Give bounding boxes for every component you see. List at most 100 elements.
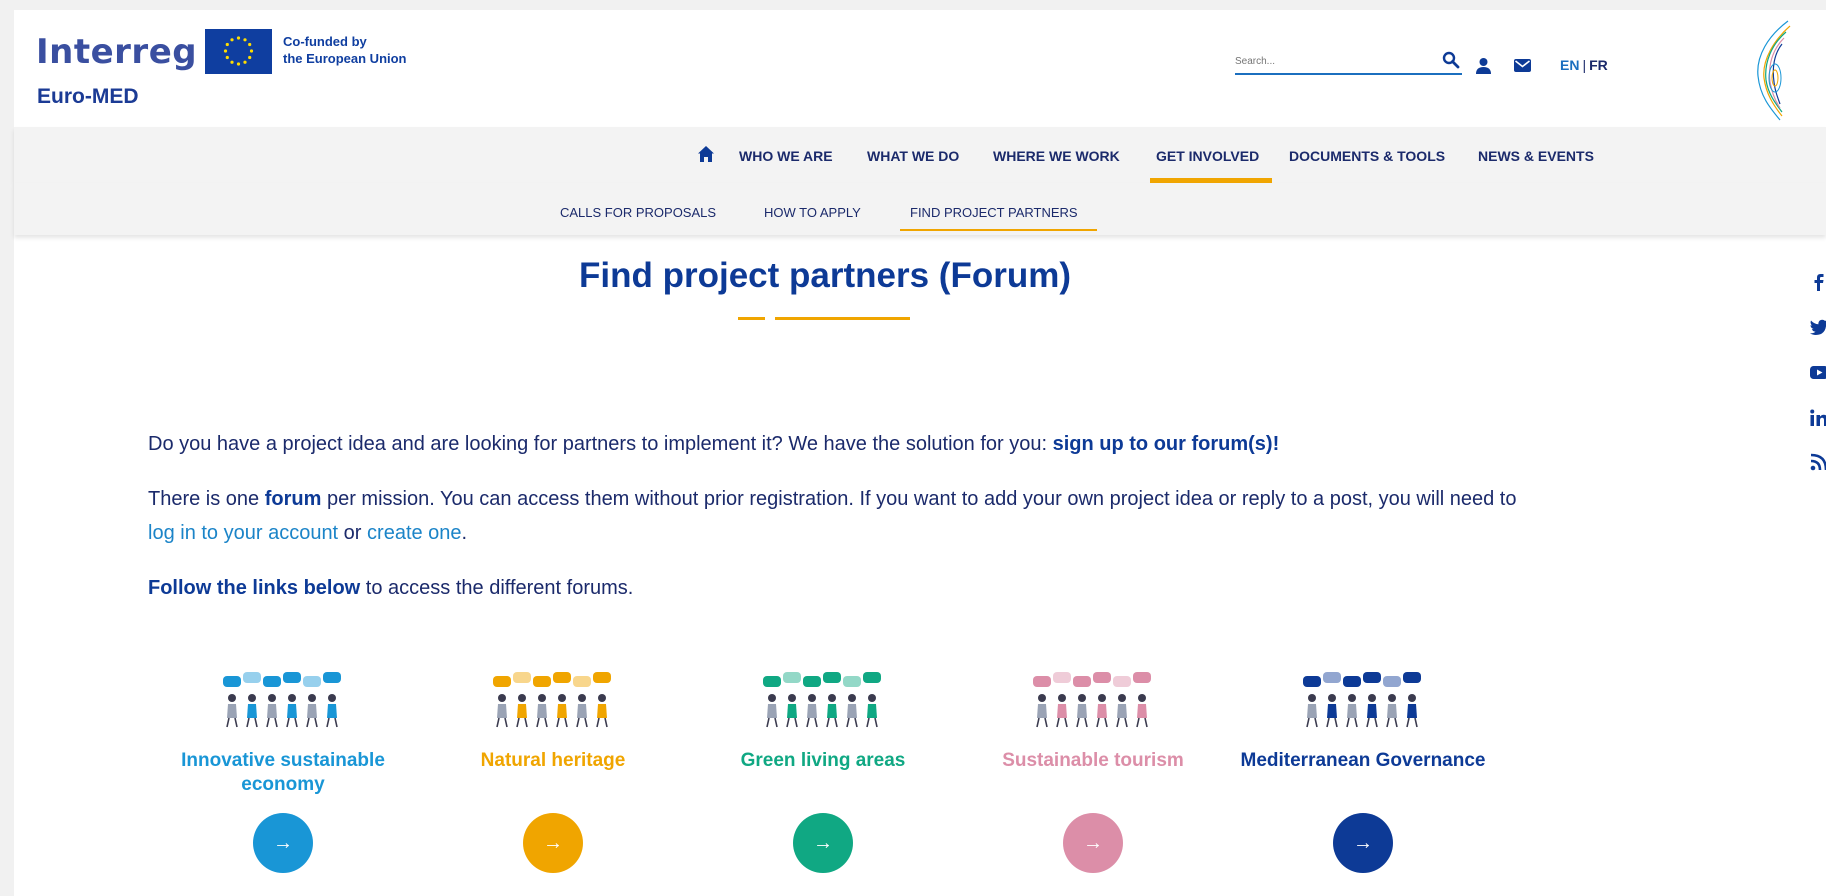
sub-nav: CALLS FOR PROPOSALS HOW TO APPLY FIND PR…	[14, 183, 1826, 235]
interreg-logo[interactable]: Interreg	[36, 32, 197, 72]
forum-arrow-button[interactable]: →	[1333, 813, 1393, 873]
person-head	[1118, 694, 1126, 702]
eu-flag-icon	[205, 29, 272, 74]
subnav-calls-for-proposals[interactable]: CALLS FOR PROPOSALS	[560, 205, 716, 220]
person-legs	[1306, 717, 1318, 728]
nav-where-we-work[interactable]: WHERE WE WORK	[993, 148, 1120, 164]
search-icon[interactable]	[1442, 51, 1460, 69]
home-icon[interactable]	[697, 145, 715, 163]
twitter-icon[interactable]	[1809, 317, 1826, 337]
subnav-how-to-apply[interactable]: HOW TO APPLY	[764, 205, 861, 220]
speech-bubble	[783, 672, 801, 683]
person-head	[1138, 694, 1146, 702]
person-head	[868, 694, 876, 702]
forum-bold: forum	[264, 488, 322, 510]
person-legs	[516, 717, 528, 728]
person-head	[1408, 694, 1416, 702]
forum-title[interactable]: Innovative sustainable economy	[158, 749, 408, 797]
youtube-icon[interactable]	[1809, 362, 1826, 382]
feather-logo-icon	[1757, 20, 1791, 121]
person-legs	[286, 717, 298, 728]
forum-arrow-button[interactable]: →	[1063, 813, 1123, 873]
nav-get-involved[interactable]: GET INVOLVED	[1156, 148, 1259, 164]
nav-news-events[interactable]: NEWS & EVENTS	[1478, 148, 1594, 164]
intro-paragraph: Do you have a project idea and are looki…	[148, 427, 1528, 461]
person-body	[287, 704, 297, 718]
forum-arrow-button[interactable]: →	[793, 813, 853, 873]
speech-bubble	[1133, 672, 1151, 683]
search-input[interactable]	[1235, 50, 1430, 72]
person-body	[227, 704, 237, 718]
page: Interreg Co-funded by the European Union…	[14, 10, 1826, 896]
nav-documents-tools[interactable]: DOCUMENTS & TOOLS	[1289, 148, 1445, 164]
person-body	[597, 704, 607, 718]
linkedin-icon[interactable]	[1809, 408, 1826, 428]
person-head	[768, 694, 776, 702]
person-head	[538, 694, 546, 702]
forum-arrow-button[interactable]: →	[253, 813, 313, 873]
user-account-icon[interactable]	[1475, 57, 1492, 74]
forum-title[interactable]: Green living areas	[698, 749, 948, 797]
speech-bubble	[1113, 676, 1131, 687]
person-head	[1388, 694, 1396, 702]
main-nav: WHO WE ARE WHAT WE DO WHERE WE WORK GET …	[14, 127, 1826, 183]
people-illustration-icon	[223, 672, 341, 728]
nav-what-we-do[interactable]: WHAT WE DO	[867, 148, 959, 164]
speech-bubble	[223, 676, 241, 687]
forum-title[interactable]: Mediterranean Governance	[1238, 749, 1488, 797]
subnav-find-project-partners[interactable]: FIND PROJECT PARTNERS	[910, 205, 1078, 220]
person-head	[1348, 694, 1356, 702]
person-legs	[576, 717, 588, 728]
person-legs	[806, 717, 818, 728]
person-body	[327, 704, 337, 718]
forum-title[interactable]: Natural heritage	[428, 749, 678, 797]
nav-who-we-are[interactable]: WHO WE ARE	[739, 148, 833, 164]
forum-text-a: There is one	[148, 488, 265, 510]
mail-icon[interactable]	[1514, 59, 1531, 72]
speech-bubble	[1093, 672, 1111, 683]
person-body	[847, 704, 857, 718]
person-legs	[1326, 717, 1338, 728]
speech-bubble	[493, 676, 511, 687]
person-body	[1367, 704, 1377, 718]
subnav-active-indicator	[900, 229, 1097, 231]
forum-title[interactable]: Sustainable tourism	[968, 749, 1218, 797]
speech-bubble	[1073, 676, 1091, 687]
page-title: Find project partners (Forum)	[579, 256, 1071, 295]
facebook-icon[interactable]	[1809, 272, 1826, 292]
forum-card-natural-heritage: Natural heritage →	[428, 670, 678, 873]
lang-en[interactable]: EN	[1560, 57, 1579, 73]
person-legs	[496, 717, 508, 728]
people-illustration-icon	[493, 672, 611, 728]
person-head	[1078, 694, 1086, 702]
person-head	[328, 694, 336, 702]
person-head	[1098, 694, 1106, 702]
speech-bubble	[533, 676, 551, 687]
search-box	[1235, 50, 1462, 75]
forum-card-green-living: Green living areas →	[698, 670, 948, 873]
speech-bubble	[1033, 676, 1051, 687]
forum-arrow-button[interactable]: →	[523, 813, 583, 873]
person-legs	[226, 717, 238, 728]
lang-fr[interactable]: FR	[1589, 57, 1608, 73]
follow-paragraph: Follow the links below to access the dif…	[148, 571, 1528, 605]
person-legs	[1056, 717, 1068, 728]
create-account-link[interactable]: create one	[367, 522, 462, 544]
person-legs	[766, 717, 778, 728]
login-link[interactable]: log in to your account	[148, 522, 338, 544]
people-illustration-icon	[1033, 672, 1151, 728]
person-head	[558, 694, 566, 702]
person-body	[1117, 704, 1127, 718]
person-head	[1038, 694, 1046, 702]
rss-icon[interactable]	[1809, 452, 1826, 472]
person-head	[1058, 694, 1066, 702]
person-head	[788, 694, 796, 702]
forum-card-sustainable-tourism: Sustainable tourism →	[968, 670, 1218, 873]
cofunded-text: Co-funded by the European Union	[283, 33, 407, 67]
speech-bubble	[823, 672, 841, 683]
speech-bubble	[1303, 676, 1321, 687]
forum-text-d: .	[461, 522, 468, 544]
speech-bubble	[513, 672, 531, 683]
person-body	[787, 704, 797, 718]
person-body	[497, 704, 507, 718]
